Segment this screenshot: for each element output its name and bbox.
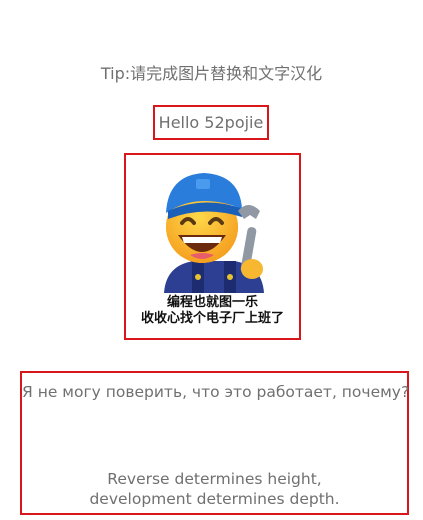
hello-text: Hello 52pojie: [158, 113, 264, 132]
hello-text-box: Hello 52pojie: [153, 105, 269, 140]
reverse-line-2: development determines depth.: [89, 490, 340, 508]
caption-line-2: 收收心找个电子厂上班了: [140, 311, 284, 326]
reverse-line-1: Reverse determines height,: [107, 470, 322, 488]
mechanic-emoji-icon: [164, 173, 264, 293]
bottom-text-box: Я не могу поверить, что это работает, по…: [20, 371, 409, 515]
image-box: 编程也就图一乐 收收心找个电子厂上班了: [124, 153, 301, 340]
caption-line-1: 编程也就图一乐: [166, 295, 258, 310]
reverse-text: Reverse determines height, development d…: [22, 469, 407, 509]
russian-text: Я не могу поверить, что это работает, по…: [22, 383, 410, 401]
tip-text: Tip:请完成图片替换和文字汉化: [100, 64, 323, 83]
